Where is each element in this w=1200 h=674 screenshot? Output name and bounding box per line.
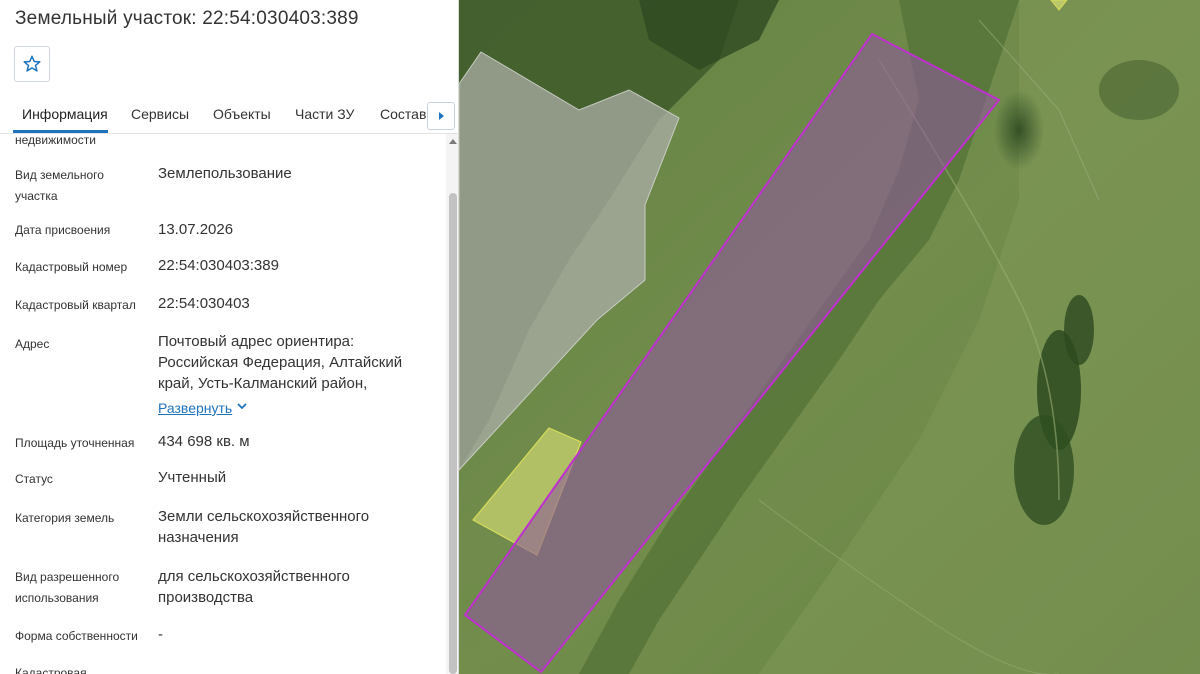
chevron-down-icon[interactable] (236, 400, 248, 412)
chevron-right-icon (439, 112, 444, 120)
ownership-label: Форма собственности (15, 629, 138, 643)
address-value: Почтовый адрес ориентира: Российская Фед… (158, 333, 403, 392)
land-type-value: Землепользование (158, 165, 292, 182)
map-view[interactable] (459, 0, 1200, 674)
cadastral-number-label: Кадастровый номер (15, 260, 128, 274)
assign-date-value: 13.07.2026 (158, 221, 234, 238)
land-category-label: Категория земель (15, 511, 115, 525)
cadastral-block-label: Кадастровый квартал (15, 298, 136, 312)
satellite-map[interactable] (459, 0, 1200, 674)
favorite-button[interactable] (14, 46, 50, 82)
permitted-use-value: для сельскохозяйственного производства (158, 568, 350, 606)
details-list: недвижимости Вид земельного участка Земл… (0, 134, 446, 674)
field-label: Кадастровая (15, 666, 87, 674)
ownership-value: - (158, 626, 163, 643)
tab-composition[interactable]: Состав (380, 106, 426, 122)
area-label: Площадь уточненная (15, 436, 135, 450)
land-type-label: Вид земельного участка (15, 168, 104, 203)
tab-objects[interactable]: Объекты (213, 106, 271, 122)
tab-services[interactable]: Сервисы (131, 106, 189, 122)
land-category-value: Земли сельскохозяйственного назначения (158, 508, 370, 546)
scroll-up-arrow[interactable] (449, 139, 457, 144)
active-tab-indicator (13, 130, 108, 133)
star-icon (23, 55, 41, 72)
tab-parcel-parts[interactable]: Части ЗУ (295, 106, 354, 122)
area-value: 434 698 кв. м (158, 433, 250, 450)
address-label: Адрес (15, 337, 50, 351)
scrollbar-thumb[interactable] (449, 193, 457, 674)
status-value: Учтенный (158, 469, 227, 486)
status-label: Статус (15, 472, 53, 486)
page-title: Земельный участок: 22:54:030403:389 (15, 8, 359, 29)
info-panel: Земельный участок: 22:54:030403:389 Инфо… (0, 0, 459, 674)
expand-address-link[interactable]: Развернуть (158, 399, 232, 417)
tab-information[interactable]: Информация (22, 106, 108, 122)
assign-date-label: Дата присвоения (15, 223, 111, 237)
cadastral-number-value: 22:54:030403:389 (158, 257, 279, 274)
permitted-use-label: Вид разрешенного использования (15, 570, 120, 605)
cadastral-block-value: 22:54:030403 (158, 295, 250, 312)
tabs-scroll-right-button[interactable] (427, 102, 455, 130)
field-label: недвижимости (15, 134, 96, 147)
tab-bar: Информация Сервисы Объекты Части ЗУ Сост… (0, 96, 458, 134)
